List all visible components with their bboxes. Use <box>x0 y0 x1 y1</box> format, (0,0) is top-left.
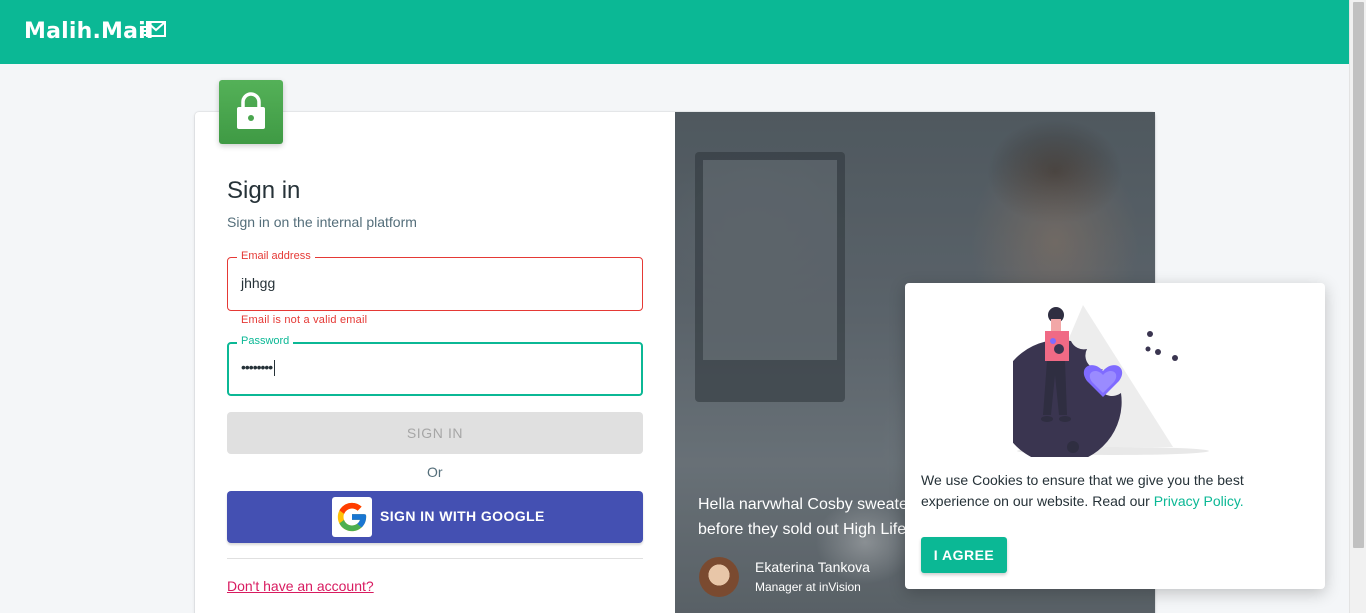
text-caret <box>274 360 276 377</box>
password-label: Password <box>237 334 294 348</box>
cookie-message: We use Cookies to ensure that we give yo… <box>921 470 1316 512</box>
email-error-text: Email is not a valid email <box>241 314 368 326</box>
brand-logo[interactable]: Malih.Mail <box>24 19 154 44</box>
hero-monitor <box>695 152 845 402</box>
signup-link[interactable]: Don't have an account? <box>227 578 374 594</box>
email-input[interactable]: jhhgg <box>241 275 275 291</box>
hero-monitor-screen <box>703 160 837 360</box>
or-separator: Or <box>427 464 443 480</box>
google-sign-in-button[interactable]: SIGN IN WITH GOOGLE <box>227 491 643 543</box>
testimonial-author-name: Ekaterina Tankova <box>755 559 870 575</box>
agree-button[interactable]: I AGREE <box>921 537 1007 573</box>
google-button-label: SIGN IN WITH GOOGLE <box>380 508 545 524</box>
page-title: Sign in <box>227 177 301 204</box>
password-field[interactable]: Password •••••••• <box>227 334 643 396</box>
cookie-illustration <box>1013 305 1209 457</box>
page-subtitle: Sign in on the internal platform <box>227 214 417 230</box>
scroll-thumb[interactable] <box>1353 2 1364 548</box>
password-input[interactable]: •••••••• <box>241 359 276 377</box>
testimonial-author-role: Manager at inVision <box>755 580 861 594</box>
lock-badge <box>219 80 283 144</box>
email-label: Email address <box>237 249 315 263</box>
sign-in-button[interactable]: SIGN IN <box>227 412 643 454</box>
password-value: •••••••• <box>241 359 273 375</box>
google-badge <box>332 497 372 537</box>
avatar <box>699 557 739 597</box>
page-scrollbar[interactable] <box>1349 0 1366 613</box>
privacy-policy-link[interactable]: Privacy Policy <box>1154 493 1240 509</box>
top-app-bar: Malih.Mail <box>0 0 1349 64</box>
divider <box>227 558 643 559</box>
email-field[interactable]: Email address jhhgg <box>227 249 643 311</box>
mail-send-icon <box>142 21 166 37</box>
cookie-consent-dialog: We use Cookies to ensure that we give yo… <box>905 283 1325 589</box>
cookie-message-end: . <box>1239 493 1244 509</box>
google-icon <box>337 502 367 532</box>
lock-icon <box>237 92 265 129</box>
